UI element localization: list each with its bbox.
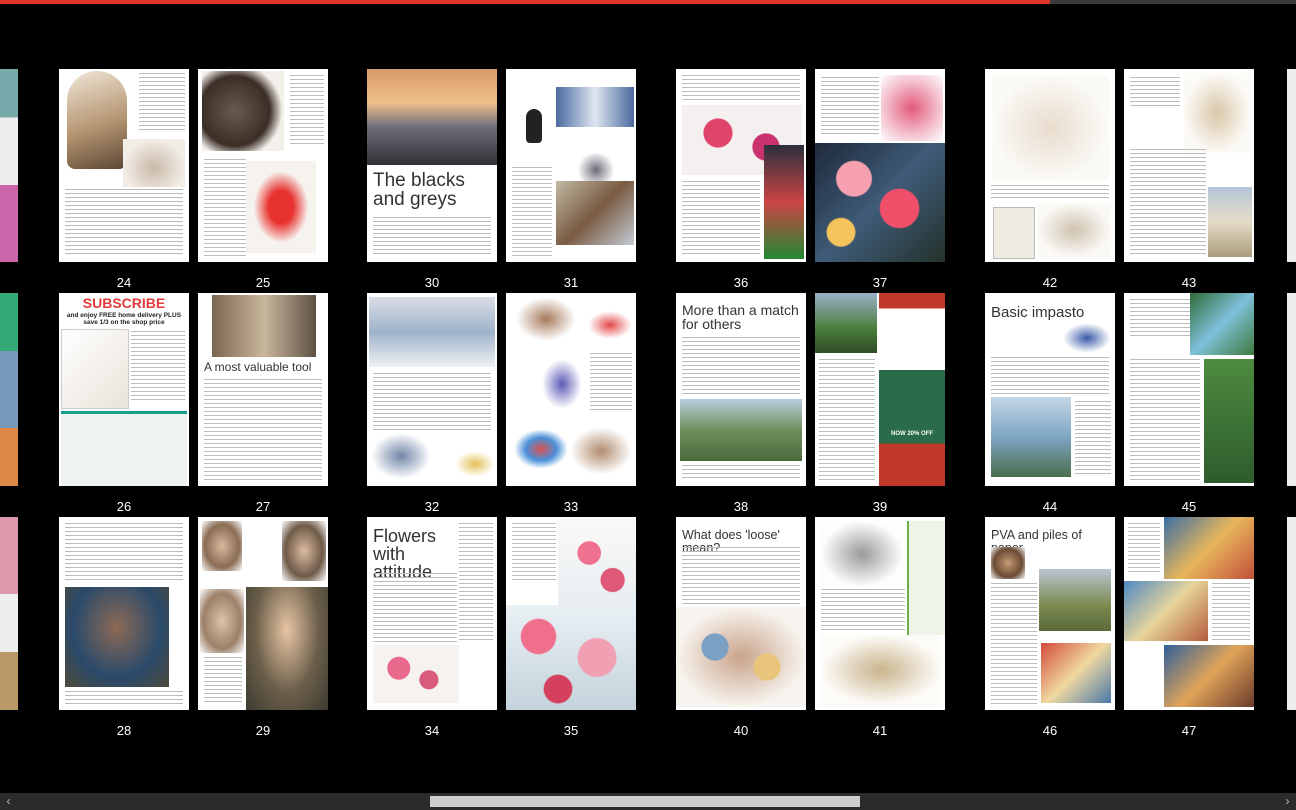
partial-page-thumbnail[interactable] (0, 293, 18, 486)
page-number: 35 (563, 723, 579, 738)
partial-page-thumbnail[interactable] (1287, 293, 1296, 486)
article-headline: A most valuable tool (204, 360, 312, 374)
page-thumbnail[interactable] (985, 69, 1115, 262)
page-number: 28 (116, 723, 132, 738)
page-number: 31 (563, 275, 579, 290)
page-number: 27 (255, 499, 271, 514)
page-thumbnail[interactable] (815, 517, 945, 710)
reading-progress-track (0, 0, 1296, 4)
page-thumbnail[interactable]: What does 'loose' mean? (676, 517, 806, 710)
page-number: 29 (255, 723, 271, 738)
subscribe-offer: and enjoy FREE home delivery PLUS save 1… (66, 312, 182, 326)
page-number: 44 (1042, 499, 1058, 514)
horizontal-scrollbar[interactable]: ‹ › (0, 793, 1296, 810)
page-thumbnail[interactable] (815, 69, 945, 262)
article-headline: More than a match for others (682, 302, 799, 332)
page-number: 38 (733, 499, 749, 514)
page-number: 39 (872, 499, 888, 514)
partial-page-thumbnail[interactable] (0, 69, 18, 262)
page-number: 42 (1042, 275, 1058, 290)
page-thumbnail[interactable]: More than a match for others (676, 293, 806, 486)
scrollbar-thumb[interactable] (430, 796, 860, 807)
page-number: 26 (116, 499, 132, 514)
page-number: 43 (1181, 275, 1197, 290)
scroll-left-arrow-icon[interactable]: ‹ (0, 793, 17, 810)
page-number: 33 (563, 499, 579, 514)
page-thumbnail[interactable] (59, 517, 189, 710)
page-thumbnail[interactable]: SUBSCRIBE and enjoy FREE home delivery P… (59, 293, 189, 486)
scroll-right-arrow-icon[interactable]: › (1279, 793, 1296, 810)
page-thumbnail[interactable]: Basic impasto (985, 293, 1115, 486)
page-thumbnail[interactable]: PVA and piles of paper (985, 517, 1115, 710)
page-number: 24 (116, 275, 132, 290)
page-number: 46 (1042, 723, 1058, 738)
page-number: 30 (424, 275, 440, 290)
partial-page-thumbnail[interactable] (0, 517, 18, 710)
page-thumbnail[interactable] (506, 293, 636, 486)
page-thumbnail[interactable] (506, 69, 636, 262)
article-headline: Basic impasto (991, 304, 1085, 321)
page-number: 36 (733, 275, 749, 290)
page-thumbnail[interactable]: The blacks and greys (367, 69, 497, 262)
page-number: 41 (872, 723, 888, 738)
subscribe-heading: SUBSCRIBE (82, 295, 166, 311)
page-thumbnail[interactable] (1124, 69, 1254, 262)
page-thumbnail[interactable]: A most valuable tool (198, 293, 328, 486)
reading-progress-fill (0, 0, 1050, 4)
page-thumbnail[interactable] (198, 517, 328, 710)
page-thumbnail[interactable] (198, 69, 328, 262)
ad-offer: NOW 20% OFF (890, 431, 933, 437)
page-number: 34 (424, 723, 440, 738)
page-thumbnail[interactable] (59, 69, 189, 262)
page-thumbnail[interactable] (1124, 293, 1254, 486)
page-thumbnail[interactable] (506, 517, 636, 710)
partial-page-thumbnail[interactable] (1287, 69, 1296, 262)
page-thumbnail[interactable]: NOW 20% OFF (815, 293, 945, 486)
page-thumbnail[interactable] (676, 69, 806, 262)
article-headline: The blacks and greys (373, 170, 465, 210)
partial-page-thumbnail[interactable] (1287, 517, 1296, 710)
page-number: 40 (733, 723, 749, 738)
page-number: 25 (255, 275, 271, 290)
page-thumbnail[interactable]: Flowers with attitude (367, 517, 497, 710)
page-number: 37 (872, 275, 888, 290)
page-thumbnail[interactable] (1124, 517, 1254, 710)
page-number: 45 (1181, 499, 1197, 514)
page-number: 32 (424, 499, 440, 514)
page-thumbnail[interactable] (367, 293, 497, 486)
page-number: 47 (1181, 723, 1197, 738)
